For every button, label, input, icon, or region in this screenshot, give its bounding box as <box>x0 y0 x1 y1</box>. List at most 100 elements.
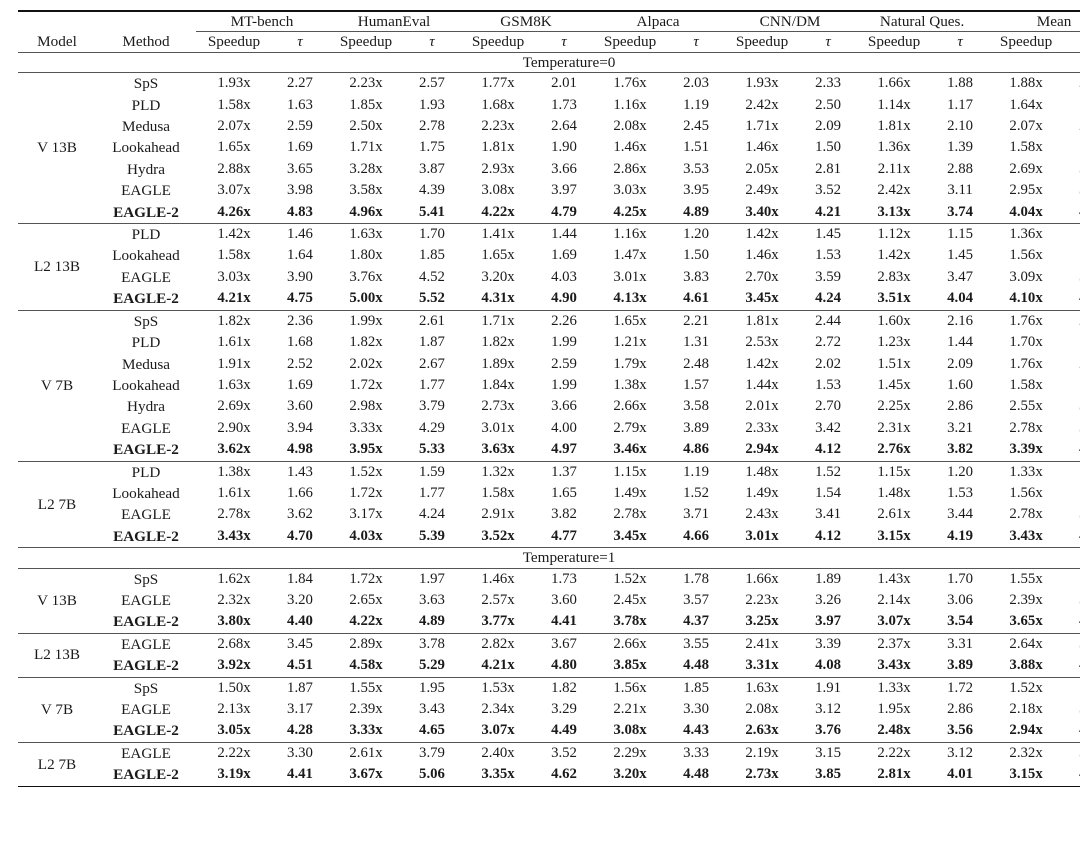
speedup-value: 1.93x <box>196 72 272 95</box>
tau-value: 3.89 <box>1064 267 1080 288</box>
speedup-value: 3.03x <box>613 182 647 199</box>
speedup-value: 1.52x <box>328 460 404 483</box>
tau-value: 1.91 <box>800 676 857 699</box>
speedup-value: 1.82x <box>481 334 515 351</box>
speedup-value: 4.31x <box>481 290 515 307</box>
tau-value: 2.50 <box>815 96 841 113</box>
tau-value: 2.86 <box>947 398 974 415</box>
speedup-value: 3.52x <box>481 527 515 544</box>
tau-value: 2.18 <box>1064 72 1080 95</box>
tau-value: 1.51 <box>683 139 709 156</box>
tau-value: 3.29 <box>551 701 577 717</box>
speedup-value: 1.60x <box>856 309 933 333</box>
speedup-value: 1.16x <box>613 96 647 113</box>
table-row: Hydra 2.69x 3.60 2.98x 3.79 2.73x 3.66 2.66x 3.5… <box>18 396 1080 417</box>
section-title-1: Temperature=1 <box>18 547 1080 569</box>
speedup-value: 1.15x <box>856 460 933 483</box>
tau-value: 3.52 <box>815 182 841 199</box>
method-label: EAGLE-2 <box>113 441 179 459</box>
speedup-value: 2.50x <box>349 118 383 135</box>
speedup-value: 3.19x <box>217 766 251 783</box>
speedup-value: 2.98x <box>349 398 383 415</box>
speedup-value: 4.26x <box>217 203 251 220</box>
column-header-speedup-4: Speedup <box>735 33 789 51</box>
speedup-value: 4.96x <box>349 203 383 220</box>
speedup-value: 2.88x <box>217 160 251 177</box>
tau-value: 4.48 <box>683 657 709 674</box>
speedup-value: 1.76x <box>988 309 1065 333</box>
tau-value: 3.33 <box>668 741 725 765</box>
method-label: EAGLE <box>121 506 171 524</box>
tau-value: 1.63 <box>287 96 313 113</box>
speedup-value: 3.63x <box>481 441 515 458</box>
benchmark-name-humaneval: HumanEval <box>328 10 461 33</box>
tau-value: 4.80 <box>551 657 577 674</box>
tau-value: 1.59 <box>404 460 461 483</box>
tau-value: 1.93 <box>419 96 445 113</box>
speedup-value: 1.65x <box>481 247 515 264</box>
speedup-value: 2.39x <box>1009 591 1043 608</box>
speedup-value: 1.76x <box>592 72 669 95</box>
tau-value: 1.50 <box>815 139 841 156</box>
tau-value: 3.56 <box>947 722 974 739</box>
tau-value: 2.88 <box>947 160 974 177</box>
column-header-model: Model <box>37 33 77 51</box>
speedup-value: 2.63x <box>745 722 779 739</box>
speedup-value: 1.62x <box>196 567 272 590</box>
tau-value: 3.65 <box>287 160 313 177</box>
tau-value: 3.97 <box>815 613 841 630</box>
speedup-value: 3.77x <box>481 613 515 630</box>
method-label: EAGLE <box>96 741 196 765</box>
tau-value: 1.88 <box>932 72 989 95</box>
method-label: EAGLE-2 <box>113 290 179 308</box>
speedup-value: 2.21x <box>613 701 647 717</box>
method-label: SpS <box>96 72 196 95</box>
speedup-value: 1.81x <box>481 139 515 156</box>
tau-value: 3.39 <box>1064 590 1080 611</box>
method-label: PLD <box>131 334 161 352</box>
table-row: L2 7B PLD 1.38x 1.43 1.52x 1.59 1.32x 1.37 1.15x… <box>18 460 1080 548</box>
tau-value: 4.89 <box>419 613 445 630</box>
tau-value: 3.66 <box>551 398 577 415</box>
speedup-value: 1.63x <box>328 223 404 246</box>
speedup-value: 3.88x <box>1009 657 1043 674</box>
tau-value: 4.86 <box>683 441 709 458</box>
model-label-v-13b: V 13B <box>18 567 96 634</box>
tau-value: 3.83 <box>683 268 709 285</box>
speedup-value: 3.85x <box>613 657 647 674</box>
speedup-value: 1.79x <box>613 355 647 372</box>
tau-value: 1.99 <box>551 376 577 393</box>
speedup-value: 1.89x <box>481 355 515 372</box>
tau-value: 1.87 <box>272 676 328 699</box>
table-row: EAGLE 2.90x 3.94 3.33x 4.29 3.01x 4.00 2.79x 3.8… <box>18 418 1080 439</box>
speedup-value: 1.49x <box>613 484 647 501</box>
tau-value: 3.79 <box>404 741 461 765</box>
tau-value: 1.70 <box>404 223 461 246</box>
tau-value: 2.86 <box>947 701 974 717</box>
method-label: Lookahead <box>112 484 180 502</box>
tau-value: 2.59 <box>551 355 577 372</box>
speedup-value: 1.61x <box>217 484 251 501</box>
speedup-value: 1.42x <box>724 223 801 246</box>
speedup-value: 1.77x <box>460 72 537 95</box>
speedup-value: 2.23x <box>328 72 404 95</box>
speedup-value: 1.50x <box>196 676 272 699</box>
speedup-value: 1.56x <box>1009 484 1043 501</box>
speedup-value: 1.88x <box>988 72 1065 95</box>
tau-value: 3.26 <box>815 591 841 608</box>
tau-value: 5.41 <box>419 203 445 220</box>
speedup-value: 2.79x <box>613 419 647 436</box>
speedup-value: 1.65x <box>217 139 251 156</box>
tau-value: 2.72 <box>815 334 841 351</box>
tau-value: 1.62 <box>1064 137 1080 158</box>
tau-value: 3.43 <box>419 701 445 717</box>
tau-value: 3.20 <box>287 591 313 608</box>
benchmark-name-alpaca: Alpaca <box>592 10 725 33</box>
speedup-value: 1.81x <box>724 309 801 333</box>
method-label: SpS <box>96 309 196 333</box>
tau-value: 2.36 <box>272 309 328 333</box>
speedup-value: 2.55x <box>1009 398 1043 415</box>
tau-value: 1.82 <box>536 676 593 699</box>
speedup-value: 2.39x <box>349 701 383 717</box>
tau-value: 1.40 <box>1064 223 1080 246</box>
